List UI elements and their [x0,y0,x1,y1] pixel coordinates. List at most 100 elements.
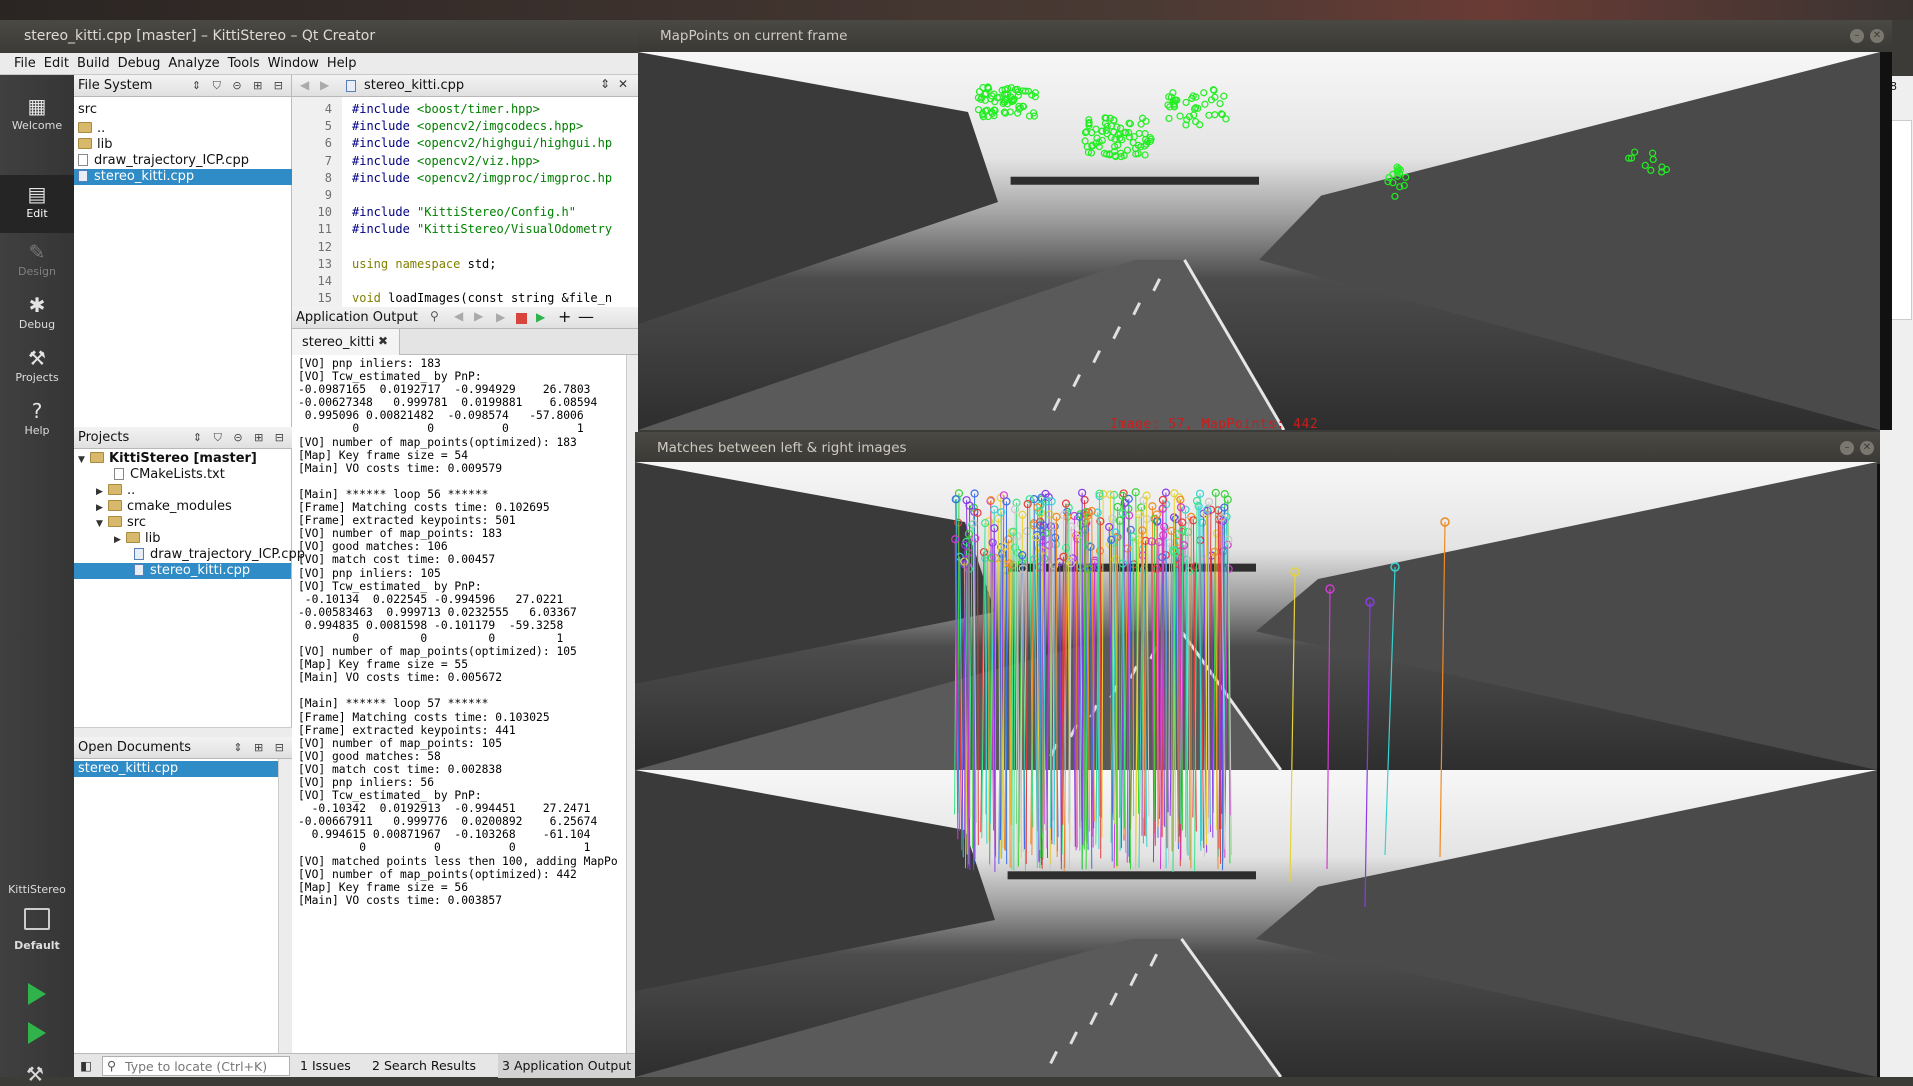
pane-toolbar-icons[interactable]: ⇕ ⛉ ⊝ ⊞ ⊟ [193,427,288,449]
tab-selector-icon[interactable]: ⇕ [600,77,610,91]
attach-icon[interactable]: ⚲ [430,309,439,323]
mappoints-window: MapPoints on current frame – ✕ Image: 57… [638,20,1892,430]
minimize-icon[interactable]: — [578,307,594,326]
pane-toolbar-icons[interactable]: ⇕ ⛉ ⊝ ⊞ ⊟ [192,75,287,97]
next-icon[interactable]: ▶ [474,309,483,323]
tree-item[interactable]: ▼src [74,515,291,531]
expand-icon[interactable]: ▶ [96,500,108,516]
run-debug-icon[interactable]: ▶ [536,310,545,324]
code-area[interactable]: #include <boost/timer.hpp>#include <open… [352,97,638,307]
tree-item[interactable]: ▼ KittiStereo [master] [74,451,291,467]
code-line[interactable] [352,273,638,290]
close-window-button[interactable]: ✕ [1860,441,1874,455]
menu-build[interactable]: Build [75,56,116,71]
match-line [994,528,995,872]
menu-tools[interactable]: Tools [226,56,266,71]
code-line[interactable]: #include <boost/timer.hpp> [352,101,638,118]
vertical-scrollbar[interactable] [278,759,292,1053]
tree-item[interactable]: ▶lib [74,531,291,547]
menu-edit[interactable]: Edit [42,56,75,71]
list-item[interactable]: lib [78,137,287,153]
list-item[interactable]: stereo_kitti.cpp [74,761,278,777]
rerun-icon[interactable]: ▶ [496,310,505,324]
expand-icon[interactable]: ▼ [96,516,108,532]
mode-label: Projects [15,371,58,384]
run-icon[interactable] [28,983,46,1005]
file-icon [134,564,144,576]
menu-file[interactable]: File [12,56,42,71]
code-line[interactable]: #include "KittiStereo/VisualOdometry [352,221,638,238]
close-icon[interactable]: ✕ [618,77,628,91]
output-tab[interactable]: stereo_kitti ✖ [292,329,400,355]
path-field[interactable]: src [78,99,287,121]
list-item[interactable]: draw_trajectory_ICP.cpp [78,153,287,169]
code-line[interactable] [352,239,638,256]
code-line[interactable]: #include "KittiStereo/Config.h" [352,204,638,221]
match-line [1082,493,1083,845]
menu-debug[interactable]: Debug [116,56,167,71]
mode-design[interactable]: ✎ Design [0,233,74,285]
grid-icon: ▦ [26,95,48,117]
status-tab-application-output[interactable]: 3 Application Output [498,1054,635,1078]
horizontal-scrollbar[interactable] [74,727,292,737]
tree-item[interactable]: stereo_kitti.cpp [74,563,291,579]
tree-item[interactable]: draw_trajectory_ICP.cpp [74,547,291,563]
prev-icon[interactable]: ◀ [454,309,463,323]
pane-toolbar-icons[interactable]: ⇕ ⊞ ⊟ [233,737,288,759]
list-item[interactable]: .. [78,121,287,137]
console-line: [VO] pnp inliers: 56 [298,776,638,789]
editor-tab[interactable]: stereo_kitti.cpp [364,78,464,93]
folder-icon [108,500,122,511]
mode-welcome[interactable]: ▦ Welcome [0,87,74,139]
menu-bar: File Edit Build Debug Analyze Tools Wind… [0,53,638,75]
monitor-icon[interactable] [24,908,50,930]
code-line[interactable]: #include <opencv2/viz.hpp> [352,153,638,170]
app-output-console[interactable]: [VO] pnp inliers: 183[VO] Tcw_estimated_… [292,355,638,1053]
mode-debug[interactable]: ✱ Debug [0,286,74,338]
close-window-button[interactable]: ✕ [1870,29,1884,43]
expand-icon[interactable]: ▼ [78,452,90,468]
mode-projects[interactable]: ⚒ Projects [0,339,74,391]
match-line [1171,531,1172,852]
code-line[interactable]: using namespace std; [352,256,638,273]
pane-title[interactable]: Open Documents [78,740,191,755]
pane-title[interactable]: File System [78,78,152,93]
nav-forward-icon[interactable]: ▶ [320,78,329,92]
pane-title[interactable]: Projects [78,430,129,445]
item-label: .. [127,483,135,498]
menu-help[interactable]: Help [325,56,363,71]
locate-field[interactable]: ⚲ Type to locate (Ctrl+K) [102,1056,290,1076]
add-icon[interactable]: + [558,307,571,326]
tree-item[interactable]: ▶cmake_modules [74,499,291,515]
menu-window[interactable]: Window [266,56,325,71]
code-line[interactable]: #include <opencv2/imgcodecs.hpp> [352,118,638,135]
mode-edit[interactable]: ▤ Edit [0,175,74,233]
minimize-window-button[interactable]: – [1840,441,1854,455]
minimize-window-button[interactable]: – [1850,29,1864,43]
expand-icon[interactable]: ▶ [96,484,108,500]
item-label: KittiStereo [master] [109,451,257,466]
debug-run-icon[interactable] [28,1022,46,1044]
status-tab-issues[interactable]: 1 Issues [300,1054,351,1078]
file-icon [78,154,88,166]
code-line[interactable] [352,187,638,204]
code-line[interactable]: #include <opencv2/highgui/highgui.hp [352,135,638,152]
close-icon[interactable]: ✖ [378,334,388,348]
bridge [1008,871,1256,879]
code-line[interactable]: void loadImages(const string &file_n [352,290,638,307]
sidebar-toggle-icon[interactable]: ◧ [80,1054,92,1078]
mode-help[interactable]: ? Help [0,392,74,444]
expand-icon[interactable]: ▶ [114,532,126,548]
nav-back-icon[interactable]: ◀ [300,78,309,92]
console-line: [Frame] Matching costs time: 0.103025 [298,711,638,724]
stop-icon[interactable] [516,313,527,324]
menu-analyze[interactable]: Analyze [166,56,225,71]
mappoint [1136,130,1142,136]
list-item[interactable]: stereo_kitti.cpp [74,169,292,185]
tree-item[interactable]: CMakeLists.txt [74,467,291,483]
code-line[interactable]: #include <opencv2/imgproc/imgproc.hp [352,170,638,187]
tree-item[interactable]: ▶.. [74,483,291,499]
build-hammer-icon[interactable]: ⚒ [26,1063,48,1085]
status-tab-search-results[interactable]: 2 Search Results [372,1054,476,1078]
code-editor[interactable]: 456789101112131415 #include <boost/timer… [292,97,638,307]
